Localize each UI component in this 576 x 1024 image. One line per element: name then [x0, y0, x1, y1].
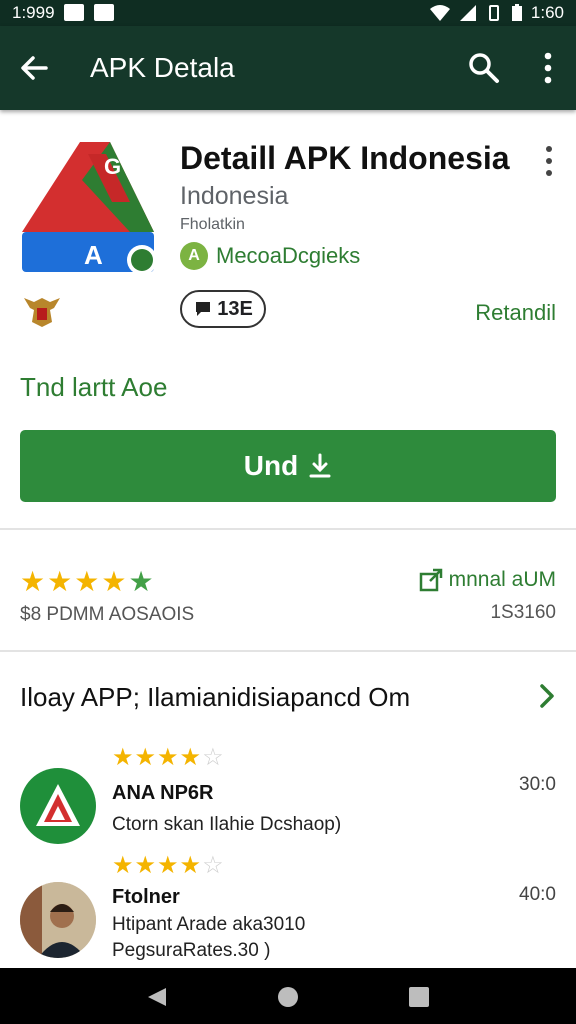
- star-outline-icon: ★: [128, 566, 154, 597]
- star-icon: ★: [157, 744, 179, 771]
- developer-badge-icon: A: [180, 242, 208, 270]
- nav-home-icon[interactable]: [277, 986, 299, 1008]
- vibrate-icon: [488, 5, 499, 21]
- reviewer-name: ANA NP6R: [112, 782, 214, 804]
- back-arrow-icon[interactable]: [16, 50, 52, 86]
- notification-icon: [64, 4, 84, 21]
- update-label[interactable]: mnnal aUM: [449, 568, 556, 592]
- rating-caption: $8 PDMM AOSAOIS: [20, 604, 195, 625]
- star-half-icon: ★: [179, 744, 202, 771]
- star-outline-icon: ☆: [202, 852, 224, 879]
- review-score: 40:0: [519, 884, 556, 905]
- star-icon: ★: [112, 744, 134, 771]
- person-photo-icon: [20, 882, 96, 958]
- star-outline-icon: ☆: [202, 744, 224, 771]
- review-text-line2: PegsuraRates.30 ): [112, 940, 271, 961]
- review-stars: ★ ★ ★ ★ ☆: [112, 746, 224, 770]
- overflow-menu-icon[interactable]: [534, 50, 562, 86]
- install-button-label: Und: [243, 450, 299, 481]
- reviewer-name: Ftolner: [112, 886, 180, 908]
- reviews-header[interactable]: Iloay APP; Ilamianidisiapancd Om: [20, 682, 410, 713]
- battery-icon: [511, 4, 522, 21]
- app-overflow-menu-icon[interactable]: [538, 144, 560, 178]
- nav-recents-icon[interactable]: [408, 986, 430, 1008]
- review-text: Htipant Arade aka3010: [112, 914, 306, 935]
- search-icon[interactable]: [466, 50, 502, 86]
- mail-icon: [94, 4, 114, 21]
- star-icon: ★: [157, 852, 179, 879]
- badge-count: 13E: [217, 297, 253, 320]
- app-bar-title: APK Detala: [90, 52, 235, 83]
- divider: [0, 528, 576, 530]
- signal-icon: [459, 5, 476, 21]
- update-link[interactable]: mnnal aUM: [419, 568, 556, 592]
- developer-row[interactable]: A MecoaDcgieks: [180, 242, 360, 270]
- chevron-right-icon[interactable]: [536, 682, 560, 710]
- status-time-right: 1:60: [530, 3, 564, 22]
- install-button[interactable]: Und: [20, 430, 556, 502]
- star-half-icon: ★: [101, 566, 127, 597]
- reviewer-avatar: [20, 882, 96, 958]
- svg-text:A: A: [84, 240, 103, 270]
- reviewer-avatar: [20, 768, 96, 844]
- app-subtitle: Indonesia: [180, 182, 289, 210]
- status-bar: 1:999 1:60: [0, 0, 576, 26]
- app-bar: APK Detala: [0, 26, 576, 110]
- rating-stars: ★ ★ ★ ★ ★: [20, 568, 154, 596]
- system-nav-bar: [0, 968, 576, 1024]
- star-icon: ★: [20, 566, 46, 597]
- update-count: 1S3160: [490, 602, 556, 623]
- review-text: Ctorn skan Ilahie Dcshaop): [112, 814, 342, 835]
- download-icon: [309, 453, 331, 478]
- chat-bubble-icon: [196, 302, 211, 316]
- star-icon: ★: [74, 566, 100, 597]
- developer-name[interactable]: MecoaDcgieks: [216, 243, 360, 269]
- star-icon: ★: [47, 566, 73, 597]
- garuda-emblem-icon: [24, 298, 60, 327]
- review-score: 30:0: [519, 774, 556, 795]
- divider: [0, 650, 576, 652]
- nav-back-icon[interactable]: [146, 986, 168, 1008]
- star-half-icon: ★: [179, 852, 202, 879]
- star-icon: ★: [134, 852, 157, 879]
- install-status-text: Tnd lartt Aoe: [20, 372, 168, 402]
- status-time-left: 1:999: [12, 3, 55, 22]
- app-category: Fholatkin: [180, 216, 245, 233]
- star-icon: ★: [112, 852, 134, 879]
- wifi-icon: [429, 5, 450, 21]
- review-stars: ★ ★ ★ ★ ☆: [112, 854, 224, 878]
- reviewer-logo-icon: [36, 784, 80, 826]
- star-icon: ★: [134, 744, 157, 771]
- reinstall-link[interactable]: Retandil: [475, 300, 556, 326]
- badge-chip[interactable]: 13E: [180, 290, 266, 328]
- app-title: Detaill APK Indonesia: [180, 140, 510, 176]
- open-external-icon: [419, 568, 442, 592]
- svg-text:G: G: [104, 154, 121, 179]
- app-logo-icon: A G: [22, 142, 157, 275]
